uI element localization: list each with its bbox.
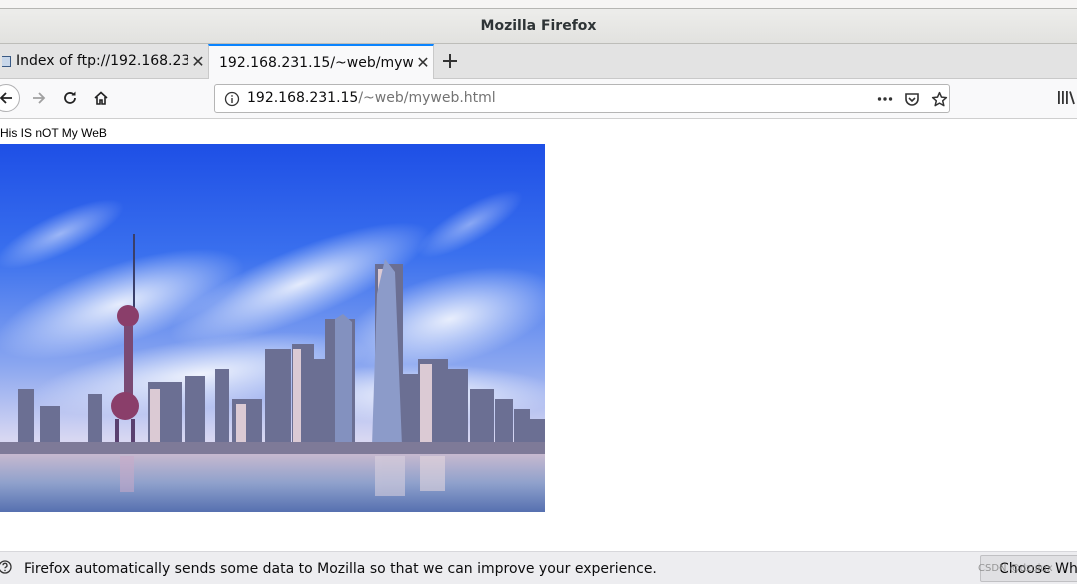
page-content: His IS nOT My WeB <box>0 119 1077 551</box>
pocket-icon <box>905 93 919 106</box>
url-text[interactable]: 192.168.231.15/~web/myweb.html <box>247 90 496 106</box>
bookmark-star-button[interactable] <box>927 87 951 111</box>
library-icon <box>1058 91 1075 105</box>
close-icon[interactable]: ✕ <box>413 53 433 72</box>
back-button[interactable] <box>0 84 20 112</box>
data-collection-notification-bar: Firefox automatically sends some data to… <box>0 551 1077 584</box>
watermark: CSDN @dzulux <box>978 563 1053 574</box>
tab-strip: Index of ftp://192.168.231.15/ ✕ 192.168… <box>0 44 1077 79</box>
plus-icon <box>443 54 457 68</box>
pocket-button[interactable] <box>899 87 925 111</box>
home-button[interactable] <box>88 85 114 111</box>
info-icon[interactable] <box>224 91 240 107</box>
star-icon <box>931 91 947 106</box>
city-skyline-image <box>0 144 545 512</box>
page-heading: His IS nOT My WeB <box>0 126 107 140</box>
tab-myweb[interactable]: 192.168.231.15/~web/myweb.html ✕ <box>208 44 434 79</box>
help-icon <box>0 560 12 574</box>
window-title: Mozilla Firefox <box>480 18 597 34</box>
library-button[interactable] <box>1054 86 1077 110</box>
arrow-right-icon <box>33 92 46 104</box>
folder-icon <box>2 55 12 67</box>
window-titlebar: Mozilla Firefox <box>0 9 1077 44</box>
notification-message: Firefox automatically sends some data to… <box>24 561 657 577</box>
desktop-top-bar <box>0 0 1077 9</box>
navigation-toolbar: 192.168.231.15/~web/myweb.html <box>0 79 1077 119</box>
forward-button[interactable] <box>26 85 52 111</box>
home-icon <box>94 91 108 105</box>
url-host: 192.168.231.15 <box>247 90 359 106</box>
page-actions-button[interactable] <box>872 87 898 111</box>
url-path: /~web/myweb.html <box>358 90 496 106</box>
tab-label: 192.168.231.15/~web/myweb.html <box>219 54 413 71</box>
ellipsis-icon <box>877 97 893 101</box>
reload-button[interactable] <box>57 85 83 111</box>
close-icon[interactable]: ✕ <box>188 52 208 71</box>
url-bar[interactable]: 192.168.231.15/~web/myweb.html <box>214 84 950 113</box>
tab-label: Index of ftp://192.168.231.15/ <box>16 53 188 69</box>
arrow-left-icon <box>0 92 12 104</box>
new-tab-button[interactable] <box>438 44 462 78</box>
tab-ftp-index[interactable]: Index of ftp://192.168.231.15/ ✕ <box>0 44 208 78</box>
reload-icon <box>64 91 76 104</box>
